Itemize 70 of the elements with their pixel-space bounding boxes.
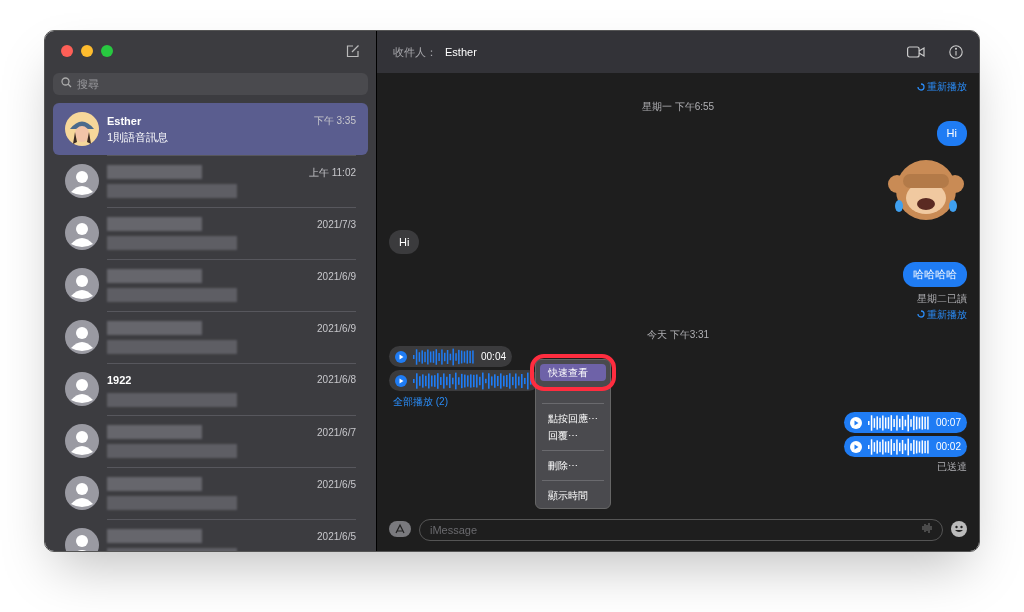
audio-duration: 00:02 [935,440,961,454]
app-store-icon[interactable] [389,521,411,537]
play-all-link[interactable]: 全部播放 (2) [393,394,448,409]
message-time: 2021/6/5 [317,478,356,492]
read-receipt: 已送達 [937,459,967,474]
message-time: 上午 11:02 [308,166,356,180]
menu-item[interactable]: 顯示時間 [540,487,606,504]
waveform-icon [413,370,533,391]
waveform-icon [867,412,930,433]
replay-link[interactable]: 重新播放 [917,79,967,94]
conversation-item[interactable]: 上午 11:02 [53,155,368,207]
audio-duration: 00:04 [481,350,507,364]
conversation-item[interactable]: 2021/6/9 [53,311,368,363]
close-button[interactable] [61,45,73,57]
minimize-button[interactable] [81,45,93,57]
search-field[interactable]: 搜尋 [53,73,368,95]
message-time: 下午 3:35 [313,113,356,128]
conversation-item[interactable]: Esther 下午 3:35 1則語音訊息 [53,103,368,155]
message-bubble: Hi [936,121,967,146]
conversation-item[interactable]: 2021/7/3 [53,207,368,259]
contact-name: Esther [107,113,142,129]
conversation-item[interactable]: 2021/6/7 [53,415,368,467]
avatar [65,112,99,146]
timestamp: 星期一 下午6:55 [641,100,715,114]
menu-item[interactable]: 回覆⋯ [540,427,606,444]
message-time: 2021/6/8 [317,373,356,388]
replay-link[interactable]: 重新播放 [917,306,967,322]
avatar [65,268,99,302]
audio-message[interactable]: 00:07 [843,412,967,433]
play-icon[interactable] [395,374,407,387]
conversation-item[interactable]: 2021/6/9 [53,259,368,311]
avatar [65,372,99,406]
waveform-icon [867,436,930,457]
recipient-label: 收件人： [393,44,437,60]
menu-item[interactable]: 刪除⋯ [540,457,606,474]
avatar [65,216,99,250]
menu-item[interactable]: 點按回應⋯ [540,410,606,427]
message-time: 2021/7/3 [317,218,356,232]
audio-duration: 00:07 [935,416,961,430]
timestamp: 今天 下午3:31 [646,327,710,342]
message-time: 2021/6/9 [317,322,356,336]
replay-icon [917,82,925,91]
message-preview: 1則語音訊息 [107,130,170,145]
message-bubble: 哈哈哈哈 [903,262,967,287]
audio-message[interactable]: 00:04 [389,346,513,367]
search-icon [61,76,72,88]
read-receipt: 星期二已讀 [917,291,967,306]
emoji-icon[interactable] [951,521,967,537]
replay-icon [917,310,925,318]
message-time: 2021/6/9 [317,270,356,284]
conversation-item[interactable]: 1922 2021/6/8 [53,363,368,415]
avatar [65,476,99,510]
avatar [65,320,99,354]
message-time: 2021/6/5 [317,530,356,544]
message-input[interactable]: iMessage [419,519,943,541]
waveform-icon [413,346,475,367]
avatar [65,164,99,198]
contact-name: 1922 [107,373,132,389]
video-icon[interactable] [907,46,925,58]
play-icon[interactable] [395,350,407,363]
audio-message[interactable]: 00:02 [843,436,967,457]
compose-icon[interactable] [346,44,360,58]
message-time: 2021/6/7 [317,426,356,440]
zoom-button[interactable] [101,45,113,57]
recipient-name: Esther [445,44,477,60]
message-bubble: Hi [389,229,420,254]
avatar [65,424,99,458]
conversation-item[interactable]: 2021/6/5 [53,467,368,519]
conversation-item[interactable]: 2021/6/5 [53,519,368,551]
info-icon[interactable] [949,45,963,59]
